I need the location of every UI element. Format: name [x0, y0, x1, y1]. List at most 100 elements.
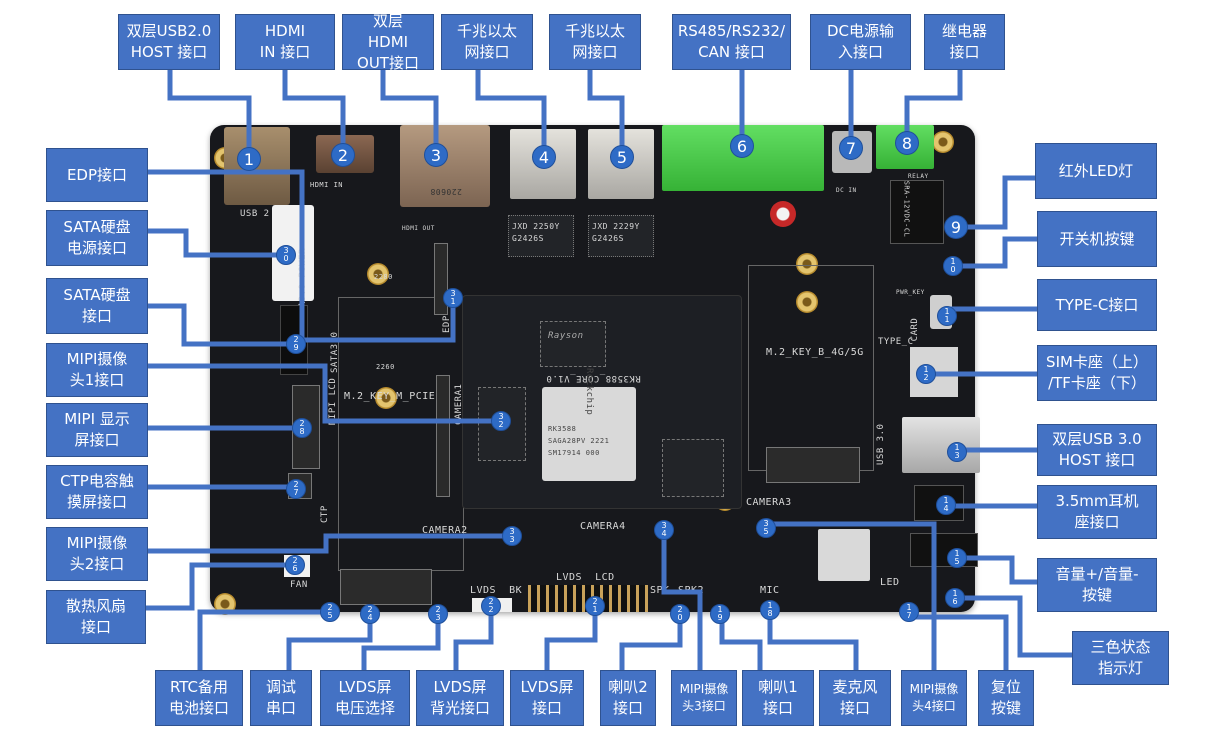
callout-box-17: 复位 按键 [978, 670, 1034, 726]
leader-line-21 [544, 606, 598, 670]
callout-marker-24: 24 [360, 604, 380, 624]
callout-box-5: 千兆以太 网接口 [549, 14, 641, 70]
callout-marker-17: 17 [899, 602, 919, 622]
callout-box-7: DC电源输 入接口 [810, 14, 911, 70]
emmc-chip [662, 439, 724, 497]
marker-digit: 4 [367, 613, 373, 622]
m2-b-slot-outline [748, 265, 874, 471]
callout-box-26: 散热风扇 接口 [46, 590, 146, 644]
callout-marker-13: 13 [947, 442, 967, 462]
mounting-hole [932, 131, 954, 153]
leader-line-25 [197, 609, 330, 670]
marker-digit: 7 [293, 488, 299, 497]
callout-marker-18: 18 [760, 600, 780, 620]
silk-camera2: CAMERA2 [422, 525, 468, 536]
silk-camera4: CAMERA4 [580, 521, 626, 532]
callout-box-4: 千兆以太 网接口 [441, 14, 533, 70]
callout-box-1: 双层USB2.0 HOST 接口 [118, 14, 220, 70]
silk-pwr-key: PWR_KEY [896, 289, 925, 296]
callout-marker-20: 20 [670, 604, 690, 624]
callout-marker-12: 12 [916, 364, 936, 384]
marker-digit: 1 [944, 315, 950, 324]
callout-box-3: 双层 HDMI OUT接口 [342, 12, 434, 72]
marker-digit: 6 [292, 564, 298, 573]
callout-box-23: LVDS屏 电压选择 [320, 670, 410, 726]
marker-digit: 6 [952, 597, 958, 606]
usb3-port [902, 417, 980, 473]
pcb-board: USB 2 HDMI IN 220608 HDMI OUT JXD 2250Y … [210, 125, 980, 615]
callout-box-12: SIM卡座（上） /TF卡座（下） [1037, 345, 1157, 401]
leader-line-18 [767, 610, 859, 670]
silk-soc-brand: Rockchip [584, 368, 594, 416]
silk-type-c: TYPE_C [878, 337, 914, 347]
marker-digit: 5 [327, 611, 333, 620]
callout-box-10: 开关机按键 [1037, 211, 1157, 267]
silk-camera3: CAMERA3 [746, 497, 792, 508]
marker-digit: 2 [488, 605, 494, 614]
silk-hdmi-date: 220608 [430, 187, 462, 196]
callout-marker-1: 1 [237, 147, 261, 171]
callout-marker-14: 14 [936, 495, 956, 515]
silk-m2-b: M.2_KEY_B_4G/5G [766, 347, 864, 358]
callout-marker-16: 16 [945, 588, 965, 608]
m2-m-connector [340, 569, 432, 605]
pmic-chip [540, 321, 606, 367]
callout-box-13: 双层USB 3.0 HOST 接口 [1037, 424, 1157, 476]
silk-relay-model: SRA-12VDC-CL [902, 180, 911, 238]
callout-box-31: EDP接口 [46, 148, 148, 202]
marker-digit: 1 [450, 297, 456, 306]
silk-hdmi-in: HDMI IN [310, 181, 344, 189]
callout-box-30: SATA硬盘 电源接口 [46, 210, 148, 266]
callout-box-15: 音量+/音量- 按键 [1037, 558, 1157, 612]
callout-marker-15: 15 [947, 548, 967, 568]
capacitor [770, 201, 796, 227]
wifi-module [818, 529, 870, 581]
callout-box-24: 调试 串口 [250, 670, 312, 726]
silk-dc-in: DC IN [836, 187, 857, 194]
callout-box-25: RTC备用 电池接口 [155, 670, 243, 726]
annotated-board-diagram: USB 2 HDMI IN 220608 HDMI OUT JXD 2250Y … [0, 0, 1207, 736]
silk-spk2: SPK2 [678, 585, 705, 596]
callout-marker-31: 31 [443, 288, 463, 308]
callout-marker-34: 34 [654, 520, 674, 540]
camera1-fpc [436, 375, 450, 497]
marker-digit: 1 [592, 605, 598, 614]
silk-led: LED [880, 577, 900, 588]
marker-digit: 4 [661, 529, 667, 538]
marker-digit: 2 [498, 420, 504, 429]
callout-box-34: MIPI摄像 头3接口 [671, 670, 737, 726]
silk-mem-brand: Rayson [548, 331, 584, 341]
leader-line-20 [619, 614, 683, 670]
callout-marker-6: 6 [730, 134, 754, 158]
marker-digit: 4 [943, 504, 949, 513]
callout-box-27: CTP电容触 摸屏接口 [46, 465, 148, 519]
callout-box-32: MIPI摄像 头1接口 [46, 343, 148, 397]
callout-marker-29: 29 [286, 334, 306, 354]
callout-box-33: MIPI摄像 头2接口 [46, 527, 148, 581]
marker-digit: 3 [954, 451, 960, 460]
marker-digit: 2 [923, 373, 929, 382]
callout-marker-30: 30 [276, 245, 296, 265]
silk-hdmi-out: HDMI OUT [402, 225, 435, 232]
callout-marker-19: 19 [710, 604, 730, 624]
callout-marker-8: 8 [895, 131, 919, 155]
silk-edp: EDP [442, 315, 452, 333]
volume-buttons [910, 533, 978, 567]
callout-marker-7: 7 [839, 136, 863, 160]
callout-box-35: MIPI摄像 头4接口 [901, 670, 967, 726]
callout-box-22: LVDS屏 背光接口 [416, 670, 504, 726]
callout-marker-35: 35 [756, 518, 776, 538]
marker-digit: 0 [283, 254, 289, 263]
marker-digit: 8 [299, 427, 305, 436]
callout-marker-9: 9 [944, 215, 968, 239]
callout-marker-32: 32 [491, 411, 511, 431]
marker-digit: 9 [717, 613, 723, 622]
mounting-hole [214, 593, 236, 615]
callout-marker-33: 33 [502, 526, 522, 546]
leader-line-19 [719, 614, 763, 670]
callout-marker-21: 21 [585, 596, 605, 616]
marker-digit: 0 [950, 265, 956, 274]
silk-phy1: JXD 2250Y G2426S [512, 222, 560, 243]
callout-box-14: 3.5mm耳机 座接口 [1037, 485, 1157, 539]
marker-digit: 0 [677, 613, 683, 622]
